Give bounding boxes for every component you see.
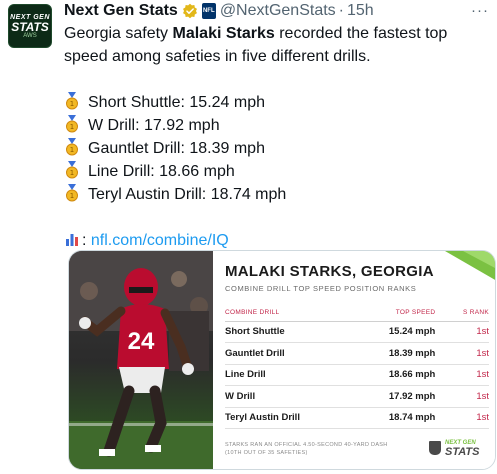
top-speed: 15.24 mph xyxy=(350,321,446,343)
combine-link[interactable]: nfl.com/combine/IQ xyxy=(91,232,229,249)
accent-stripe-light xyxy=(463,251,495,269)
drill-text: Teryl Austin Drill: 18.74 mph xyxy=(88,186,287,203)
drill-item: 1 Gauntlet Drill: 18.39 mph xyxy=(64,137,492,160)
player-photo[interactable]: 24 xyxy=(69,251,213,469)
tweet-header: Next Gen Stats NFL @NextGenStats · 15h xyxy=(64,0,374,22)
drill-name: W Drill xyxy=(225,385,351,408)
drill-item: 1 Line Drill: 18.66 mph xyxy=(64,160,492,183)
tweet-text: Georgia safety Malaki Starks recorded th… xyxy=(64,22,492,252)
drill-item: 1 Teryl Austin Drill: 18.74 mph xyxy=(64,183,492,206)
gold-medal-icon: 1 xyxy=(66,161,78,179)
drill-item: 1 Short Shuttle: 15.24 mph xyxy=(64,91,492,114)
avatar-line2: STATS xyxy=(11,19,49,34)
svg-text:24: 24 xyxy=(128,328,155,355)
drill-table: COMBINE DRILL TOP SPEED S RANK Short Shu… xyxy=(225,305,489,429)
table-header: COMBINE DRILL TOP SPEED S RANK xyxy=(225,305,489,322)
nfl-shield-logo-icon xyxy=(429,441,441,455)
s-rank: 1st xyxy=(445,385,489,408)
s-rank: 1st xyxy=(445,364,489,386)
player-photo-illustration: 24 xyxy=(69,251,213,469)
handle[interactable]: @NextGenStats xyxy=(220,2,336,20)
drill-name: Line Drill xyxy=(225,364,351,386)
table-row: Line Drill 18.66 mph 1st xyxy=(225,364,489,386)
separator: · xyxy=(338,2,344,19)
table-row: Teryl Austin Drill 18.74 mph 1st xyxy=(225,407,489,429)
text-end: recorded the fastest top xyxy=(274,25,448,42)
top-speed: 17.92 mph xyxy=(350,385,446,408)
media-card[interactable]: 24 MALAKI STARKS, GEORGIA COMBINE DRILL … xyxy=(68,250,496,470)
verified-badge-icon xyxy=(182,3,197,19)
text-line-2: speed among safeties in five different d… xyxy=(64,48,371,65)
table-row: Gauntlet Drill 18.39 mph 1st xyxy=(225,342,489,365)
s-rank: 1st xyxy=(445,407,489,429)
drill-text: W Drill: 17.92 mph xyxy=(88,117,220,134)
table-row: Short Shuttle 15.24 mph 1st xyxy=(225,321,489,343)
footnote: STARKS RAN AN OFFICIAL 4.50-SECOND 40-YA… xyxy=(225,442,388,456)
s-rank: 1st xyxy=(445,321,489,343)
table-row: W Drill 17.92 mph 1st xyxy=(225,385,489,408)
top-speed: 18.39 mph xyxy=(350,342,446,365)
drill-name: Short Shuttle xyxy=(225,321,351,343)
top-speed: 18.66 mph xyxy=(350,364,446,386)
card-title: MALAKI STARKS, GEORGIA xyxy=(225,263,434,280)
more-icon[interactable]: ··· xyxy=(471,2,489,19)
drill-text: Gauntlet Drill: 18.39 mph xyxy=(88,140,265,157)
drill-item: 1 W Drill: 17.92 mph xyxy=(64,114,492,137)
svg-text:1: 1 xyxy=(70,169,74,177)
text-start: Georgia safety xyxy=(64,25,173,42)
next-gen-stats-logo: NEXT GEN STATS xyxy=(429,439,480,458)
bar-chart-icon xyxy=(64,231,80,247)
column-header: S RANK xyxy=(445,305,489,322)
drill-text: Line Drill: 18.66 mph xyxy=(88,163,235,180)
svg-text:1: 1 xyxy=(70,123,74,131)
nfl-shield-icon: NFL xyxy=(201,3,216,19)
drill-text: Short Shuttle: 15.24 mph xyxy=(88,94,265,111)
gold-medal-icon: 1 xyxy=(66,92,78,110)
card-subtitle: COMBINE DRILL TOP SPEED POSITION RANKS xyxy=(225,284,417,293)
drill-name: Gauntlet Drill xyxy=(225,342,351,365)
player-name: Malaki Starks xyxy=(172,25,275,42)
column-header: TOP SPEED xyxy=(350,305,446,322)
svg-text:1: 1 xyxy=(70,192,74,200)
logo-line2: STATS xyxy=(445,446,480,458)
link-line: : nfl.com/combine/IQ xyxy=(64,229,492,252)
gold-medal-icon: 1 xyxy=(66,115,78,133)
top-speed: 18.74 mph xyxy=(350,407,446,429)
svg-text:1: 1 xyxy=(70,100,74,108)
s-rank: 1st xyxy=(445,342,489,365)
stats-panel: MALAKI STARKS, GEORGIA COMBINE DRILL TOP… xyxy=(213,251,495,469)
column-header: COMBINE DRILL xyxy=(225,305,351,322)
text-line-1: Georgia safety Malaki Starks recorded th… xyxy=(64,22,492,45)
author-name[interactable]: Next Gen Stats xyxy=(64,2,178,20)
gold-medal-icon: 1 xyxy=(66,138,78,156)
drill-name: Teryl Austin Drill xyxy=(225,407,351,429)
timestamp[interactable]: 15h xyxy=(347,2,374,20)
svg-text:1: 1 xyxy=(70,146,74,154)
avatar-line3: AWS xyxy=(23,32,37,39)
link-prefix: : xyxy=(82,232,91,249)
gold-medal-icon: 1 xyxy=(66,184,78,202)
avatar[interactable]: NEXT GEN STATS AWS xyxy=(8,4,52,48)
